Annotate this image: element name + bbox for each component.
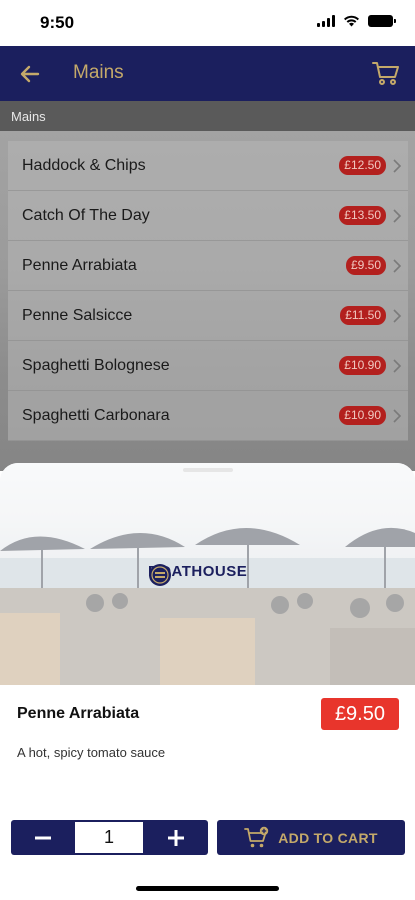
menu-item-name: Catch Of The Day bbox=[22, 207, 150, 224]
home-indicator bbox=[136, 886, 279, 891]
chevron-right-icon bbox=[393, 209, 402, 223]
decrease-quantity-button[interactable] bbox=[11, 820, 75, 855]
signal-icon bbox=[317, 15, 335, 27]
plus-icon bbox=[167, 829, 184, 846]
menu-item-penne-salsicce[interactable]: Penne Salsicce £11.50 bbox=[8, 291, 408, 341]
section-header: Mains bbox=[0, 101, 415, 131]
boathouse-logo: BOATHOUSE bbox=[148, 563, 247, 586]
add-to-cart-button[interactable]: ADD TO CART bbox=[217, 820, 405, 855]
menu-list: Haddock & Chips £12.50 Catch Of The Day … bbox=[0, 131, 415, 471]
increase-quantity-button[interactable] bbox=[143, 820, 208, 855]
menu-item-spaghetti-bolognese[interactable]: Spaghetti Bolognese £10.90 bbox=[8, 341, 408, 391]
battery-icon bbox=[368, 15, 396, 27]
price-badge: £10.90 bbox=[339, 356, 386, 375]
status-icons bbox=[317, 15, 396, 27]
product-image: BOATHOUSE bbox=[0, 463, 415, 685]
price-badge: £11.50 bbox=[340, 306, 386, 325]
quantity-stepper: 1 bbox=[11, 820, 208, 855]
add-cart-icon bbox=[244, 826, 269, 847]
price-badge: £13.50 bbox=[339, 206, 386, 225]
price-badge: £9.50 bbox=[345, 256, 386, 275]
product-name: Penne Arrabiata bbox=[17, 705, 140, 722]
page-title: Mains bbox=[73, 62, 124, 83]
add-to-cart-label: ADD TO CART bbox=[278, 829, 378, 846]
back-arrow-icon bbox=[20, 65, 40, 83]
minus-icon bbox=[35, 836, 51, 839]
menu-item-haddock-and-chips[interactable]: Haddock & Chips £12.50 bbox=[8, 141, 408, 191]
menu-item-spaghetti-carbonara[interactable]: Spaghetti Carbonara £10.90 bbox=[8, 391, 408, 441]
menu-item-name: Spaghetti Bolognese bbox=[22, 357, 170, 374]
cart-icon bbox=[372, 62, 399, 85]
chevron-right-icon bbox=[393, 159, 402, 173]
menu-item-name: Penne Arrabiata bbox=[22, 257, 137, 274]
price-badge: £10.90 bbox=[339, 406, 386, 425]
price-badge: £12.50 bbox=[339, 156, 386, 175]
chevron-right-icon bbox=[393, 259, 402, 273]
menu-item-name: Penne Salsicce bbox=[22, 307, 133, 324]
back-button[interactable] bbox=[16, 60, 44, 88]
chevron-right-icon bbox=[393, 359, 402, 373]
product-bottom-sheet: BOATHOUSE Penne Arrabiata £9.50 A hot, s… bbox=[0, 463, 415, 900]
cart-button[interactable] bbox=[371, 58, 401, 88]
section-label: Mains bbox=[11, 109, 46, 124]
menu-item-name: Spaghetti Carbonara bbox=[22, 407, 170, 424]
chevron-right-icon bbox=[393, 409, 402, 423]
logo-emblem-icon bbox=[149, 564, 171, 586]
product-price: £9.50 bbox=[320, 698, 399, 730]
quantity-value[interactable]: 1 bbox=[75, 822, 143, 853]
chevron-right-icon bbox=[393, 309, 402, 323]
menu-item-name: Haddock & Chips bbox=[22, 157, 146, 174]
drag-handle[interactable] bbox=[183, 468, 233, 472]
menu-item-penne-arrabiata[interactable]: Penne Arrabiata £9.50 bbox=[8, 241, 408, 291]
status-bar: 9:50 bbox=[0, 0, 415, 46]
wifi-icon bbox=[344, 15, 359, 27]
app-header: Mains bbox=[0, 46, 415, 101]
menu-item-catch-of-the-day[interactable]: Catch Of The Day £13.50 bbox=[8, 191, 408, 241]
product-description: A hot, spicy tomato sauce bbox=[17, 745, 166, 760]
status-time: 9:50 bbox=[40, 13, 75, 32]
